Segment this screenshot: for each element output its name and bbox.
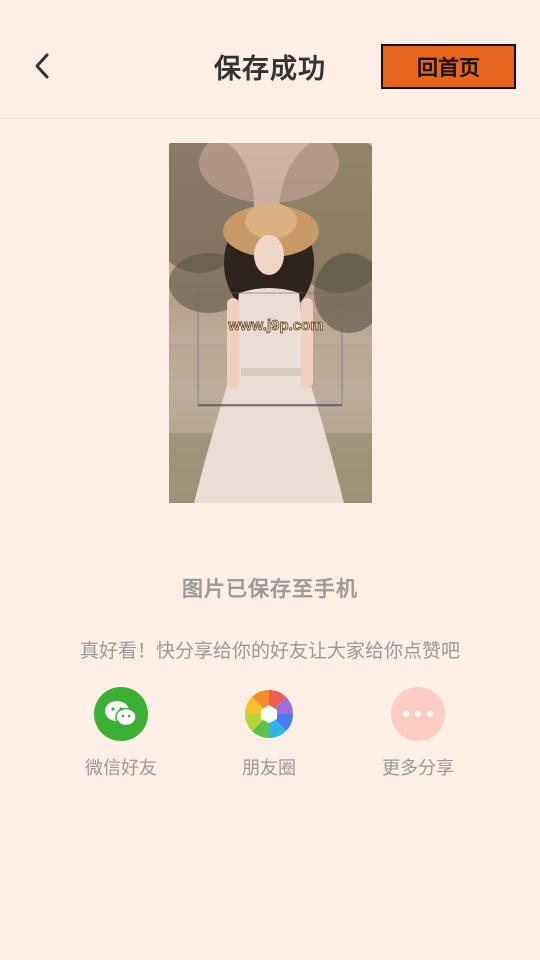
- saved-photo-preview: www.j9p.com: [169, 143, 372, 503]
- share-moments[interactable]: 朋友圈: [209, 687, 329, 780]
- more-icon: [391, 687, 445, 741]
- photo-image: www.j9p.com: [169, 143, 372, 503]
- share-hint: 真好看！快分享给你的好友让大家给你点赞吧: [79, 640, 460, 662]
- watermark-text: www.j9p.com: [227, 317, 323, 334]
- share-more[interactable]: 更多分享: [358, 687, 478, 780]
- moments-icon: [242, 687, 296, 741]
- saved-message: 图片已保存至手机: [182, 577, 358, 601]
- home-button[interactable]: 回首页: [381, 44, 516, 89]
- top-bar: 保存成功 回首页: [0, 0, 540, 119]
- share-more-label: 更多分享: [382, 758, 454, 779]
- share-wechat-label: 微信好友: [85, 758, 157, 779]
- share-moments-label: 朋友圈: [242, 758, 296, 779]
- wechat-icon: [94, 687, 148, 741]
- share-wechat-friends[interactable]: 微信好友: [61, 687, 181, 780]
